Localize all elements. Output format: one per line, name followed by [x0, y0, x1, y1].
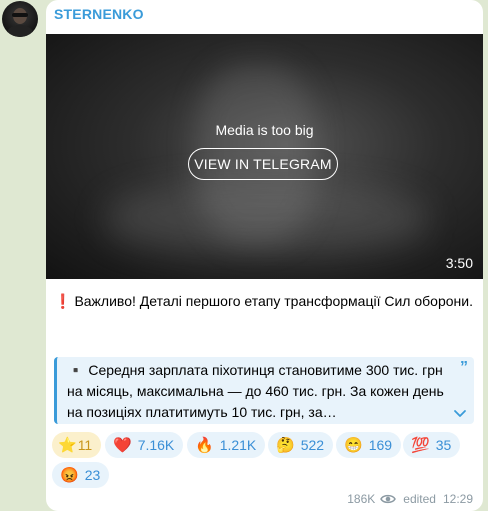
video-duration: 3:50	[445, 255, 473, 271]
message-time: 12:29	[442, 492, 473, 506]
angry-face-icon: 😡	[60, 466, 79, 484]
heart-icon: ❤️	[113, 436, 132, 454]
reaction-heart[interactable]: ❤️ 7.16K	[105, 432, 184, 458]
hundred-points-icon: 💯	[411, 436, 430, 454]
message-meta: 186K edited 12:29	[347, 492, 473, 506]
fire-icon: 🔥	[195, 436, 214, 454]
reaction-count: 35	[435, 437, 452, 453]
view-count: 186K	[347, 492, 376, 506]
reaction-angry[interactable]: 😡 23	[52, 462, 110, 488]
eye-icon	[380, 494, 397, 504]
reaction-count: 1.21K	[219, 437, 257, 453]
reaction-thinking[interactable]: 🤔 522	[268, 432, 334, 458]
quote-text: Середня зарплата піхотинця становитиме 3…	[67, 362, 444, 420]
quote-mark-icon: ”	[460, 359, 468, 376]
square-icon: ▪️	[67, 362, 85, 378]
reaction-grinning[interactable]: 😁 169	[336, 432, 402, 458]
exclamation-icon: ❗	[54, 293, 72, 309]
reaction-count: 522	[300, 437, 325, 453]
quote-block[interactable]: ▪️ Середня зарплата піхотинця становитим…	[54, 357, 474, 424]
reaction-count: 11	[77, 437, 93, 453]
message-bubble: STERNENKO Media is too big VIEW IN TELEG…	[46, 0, 483, 511]
post-headline-text: Важливо! Деталі першого етапу трансформа…	[74, 293, 473, 309]
reaction-hundred[interactable]: 💯 35	[403, 432, 461, 458]
channel-avatar[interactable]	[2, 1, 38, 37]
video-preview[interactable]: Media is too big VIEW IN TELEGRAM 3:50	[46, 34, 483, 279]
reaction-count: 23	[84, 467, 101, 483]
view-in-telegram-button[interactable]: VIEW IN TELEGRAM	[188, 148, 338, 180]
reaction-fire[interactable]: 🔥 1.21K	[187, 432, 266, 458]
reaction-count: 169	[368, 437, 393, 453]
media-too-big-label: Media is too big	[215, 122, 314, 138]
channel-name[interactable]: STERNENKO	[54, 6, 144, 22]
thinking-face-icon: 🤔	[276, 436, 295, 454]
edited-label: edited	[403, 492, 436, 506]
post-headline: ❗ Важливо! Деталі першого етапу трансформ…	[54, 290, 474, 312]
reaction-star[interactable]: ⭐ 11	[52, 432, 102, 458]
star-icon: ⭐	[58, 436, 77, 454]
grinning-face-icon: 😁	[344, 436, 363, 454]
reaction-count: 7.16K	[137, 437, 175, 453]
chevron-down-icon[interactable]	[453, 406, 467, 420]
